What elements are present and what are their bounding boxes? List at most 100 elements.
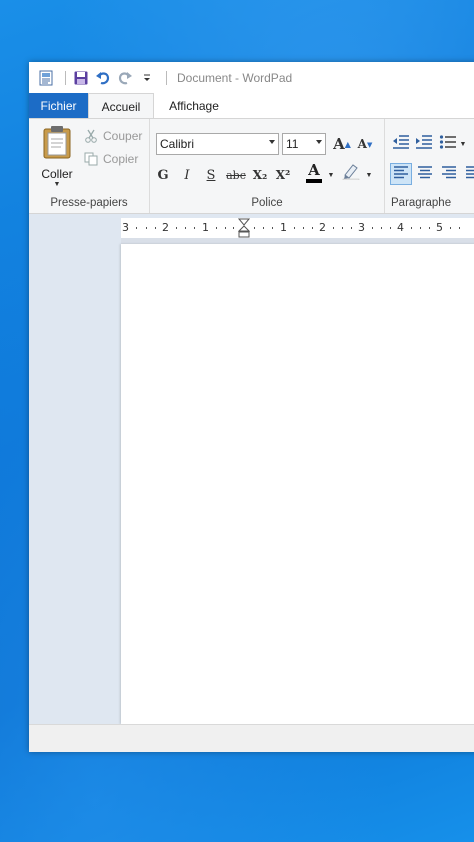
- clipboard-icon: [42, 125, 72, 164]
- italic-icon: I: [184, 167, 190, 183]
- ruler-tick: [136, 227, 137, 229]
- qat-separator: [65, 70, 66, 85]
- customize-qat-icon[interactable]: [138, 69, 156, 87]
- highlight-button[interactable]: [337, 162, 365, 184]
- scissors-icon: [83, 128, 99, 144]
- text-color-swatch: [306, 179, 322, 183]
- superscript-button[interactable]: X²: [272, 164, 294, 186]
- tab-fichier[interactable]: Fichier: [29, 93, 88, 118]
- ruler-tick: [176, 227, 177, 229]
- wordpad-app-icon[interactable]: [37, 69, 55, 87]
- title-bar: Document - WordPad: [29, 62, 474, 93]
- align-right-button[interactable]: [438, 163, 460, 185]
- ruler-label: 3: [358, 221, 365, 234]
- ruler-label: 3: [122, 221, 129, 234]
- ruler-zone: 3 2 1 1 2 3 4 5: [29, 214, 474, 244]
- ruler-tick: [411, 227, 412, 229]
- ruler-tick: [233, 227, 234, 229]
- underline-button[interactable]: S: [200, 164, 222, 186]
- paste-button[interactable]: Coller ▼: [37, 125, 77, 188]
- window-title: Document - WordPad: [177, 70, 293, 85]
- increase-indent-icon: [415, 134, 433, 155]
- ruler-tick: [225, 227, 226, 229]
- align-center-icon: [417, 165, 433, 184]
- undo-icon[interactable]: [94, 69, 112, 87]
- document-area: [29, 244, 474, 724]
- bold-button[interactable]: G: [152, 164, 174, 186]
- shrink-font-button[interactable]: A ▼: [354, 133, 376, 155]
- ruler-tick: [372, 227, 373, 229]
- bold-icon: G: [157, 167, 169, 183]
- chevron-down-icon: [269, 140, 275, 144]
- cut-button[interactable]: Couper: [83, 126, 142, 146]
- copy-button[interactable]: Copier: [83, 149, 138, 169]
- ruler-label: 2: [319, 221, 326, 234]
- ruler-tick: [294, 227, 295, 229]
- ruler-label: 2: [162, 221, 169, 234]
- font-family-value: Calibri: [160, 137, 195, 151]
- text-color-button[interactable]: A: [300, 162, 328, 184]
- font-size-select[interactable]: 11: [282, 133, 326, 155]
- font-family-select[interactable]: Calibri: [156, 133, 279, 155]
- decrease-indent-icon: [392, 134, 410, 155]
- font-group: Calibri 11 A ▲ A ▼ G I S abc X₂ X² A ▼ ▼…: [150, 119, 385, 213]
- bullet-list-icon: [439, 134, 457, 155]
- decrease-indent-button[interactable]: [390, 133, 412, 155]
- ruler-tick: [459, 227, 460, 229]
- justify-icon: [465, 165, 474, 184]
- bullet-list-button[interactable]: [437, 133, 459, 155]
- ruler-tick: [185, 227, 186, 229]
- text-color-icon: A: [308, 161, 320, 179]
- subscript-button[interactable]: X₂: [249, 164, 271, 186]
- text-color-dropdown-icon[interactable]: ▼: [326, 164, 336, 186]
- highlight-dropdown-icon[interactable]: ▼: [364, 164, 374, 186]
- font-group-label: Police: [251, 197, 283, 209]
- font-size-value: 11: [286, 137, 299, 151]
- ruler-label: 1: [280, 221, 287, 234]
- ruler-tick: [429, 227, 430, 229]
- status-bar: [29, 724, 474, 752]
- tab-affichage[interactable]: Affichage: [154, 93, 234, 118]
- italic-button[interactable]: I: [176, 164, 198, 186]
- align-left-icon: [393, 165, 409, 184]
- ruler-tick: [333, 227, 334, 229]
- ruler-tick: [194, 227, 195, 229]
- paragraph-group-label: Paragraphe: [391, 197, 452, 209]
- align-center-button[interactable]: [414, 163, 436, 185]
- ruler-tick: [155, 227, 156, 229]
- ruler-tick: [216, 227, 217, 229]
- ruler-tick: [263, 227, 264, 229]
- ruler-tick: [303, 227, 304, 229]
- ribbon-tabs: Fichier Accueil Affichage: [29, 93, 474, 119]
- grow-font-button[interactable]: A ▲: [331, 133, 353, 155]
- ribbon: Coller ▼ Couper Copier Presse-papiers Ca…: [29, 118, 474, 214]
- ruler-tick: [420, 227, 421, 229]
- chevron-down-icon: [316, 140, 322, 144]
- ruler[interactable]: 3 2 1 1 2 3 4 5: [121, 218, 474, 238]
- ruler-tick: [272, 227, 273, 229]
- clipboard-group: Coller ▼ Couper Copier Presse-papiers: [29, 119, 150, 213]
- ruler-tick: [450, 227, 451, 229]
- document-page[interactable]: [121, 244, 474, 724]
- grow-font-icon: A: [333, 135, 345, 153]
- ruler-tick: [351, 227, 352, 229]
- paste-label: Coller: [41, 167, 73, 181]
- highlighter-icon: [342, 162, 360, 185]
- subscript-icon: X₂: [252, 168, 268, 182]
- align-left-button[interactable]: [390, 163, 412, 185]
- ruler-tick: [390, 227, 391, 229]
- ruler-label: 1: [202, 221, 209, 234]
- redo-icon[interactable]: [116, 69, 134, 87]
- justify-button[interactable]: [462, 163, 474, 185]
- save-icon[interactable]: [72, 69, 90, 87]
- ruler-tick: [254, 227, 255, 229]
- tab-accueil[interactable]: Accueil: [88, 93, 154, 119]
- wordpad-window: Document - WordPad Fichier Accueil Affic…: [29, 62, 474, 752]
- cut-label: Couper: [103, 129, 143, 143]
- qat-separator: [166, 70, 167, 85]
- increase-indent-button[interactable]: [413, 133, 435, 155]
- paragraph-group: ▼ Paragraphe: [385, 119, 474, 213]
- bullet-list-dropdown-icon[interactable]: ▼: [458, 133, 468, 155]
- strikethrough-button[interactable]: abc: [225, 164, 247, 186]
- paste-dropdown-icon[interactable]: ▼: [54, 181, 61, 189]
